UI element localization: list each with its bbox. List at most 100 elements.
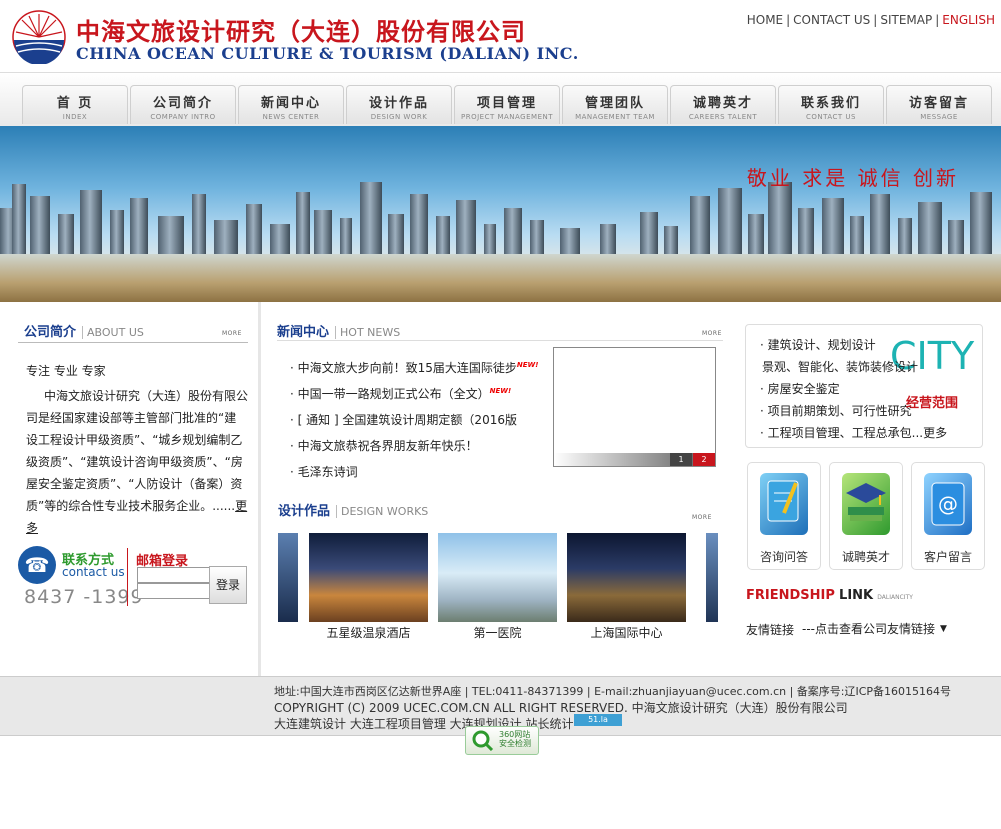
tile-label: 咨询问答: [759, 550, 808, 564]
nav-sublabel: CONTACT US: [806, 113, 856, 121]
work-label[interactable]: 上海国际中心: [567, 624, 686, 641]
work-image-hotel[interactable]: [309, 533, 428, 622]
news-item-title: · 中国一带一路规划正式公布（全文）: [290, 387, 490, 401]
news-item[interactable]: · [ 通知 ] 全国建筑设计周期定额（2016版: [290, 411, 548, 428]
tile-faq[interactable]: 咨询问答: [747, 462, 821, 570]
divider: [127, 548, 128, 606]
nav-label: 项目管理: [476, 96, 537, 111]
separator: |: [873, 13, 878, 27]
phone-icon: ☎: [18, 546, 56, 584]
news-more-link[interactable]: MORE: [702, 330, 722, 337]
nav-label: 新闻中心: [260, 96, 321, 111]
sitemap-link[interactable]: SITEMAP: [880, 13, 932, 27]
nav-label: 联系我们: [800, 96, 861, 111]
slide-2-button[interactable]: 2: [693, 453, 715, 466]
email-book-icon: @: [924, 473, 972, 535]
tile-message[interactable]: @ 客户留言: [911, 462, 985, 570]
company-name-en: CHINA OCEAN CULTURE & TOURISM (DALIAN) I…: [76, 44, 579, 63]
separator: |: [935, 13, 940, 27]
work-label[interactable]: 五星级温泉酒店: [309, 624, 428, 641]
about-text: 中海文旅设计研究（大连）股份有限公司是经国家建设部等主管部门批准的“建设工程设计…: [26, 385, 248, 539]
divider: [277, 340, 723, 341]
news-item-title: · [ 通知 ] 全国建筑设计周期定额（2016版: [290, 413, 517, 427]
work-image-international-center[interactable]: [567, 533, 686, 622]
nav-item-careers[interactable]: 诚聘英才 CAREERS TALENT: [670, 85, 776, 124]
nav-item-contact-us[interactable]: 联系我们 CONTACT US: [778, 85, 884, 124]
chevron-down-icon: ▼: [940, 624, 947, 634]
new-badge: NEW!: [516, 361, 539, 369]
about-title-cn: 公司简介: [24, 325, 77, 340]
about-title-en: ABOUT US: [82, 326, 144, 339]
hero-banner: 敬业 求是 诚信 创新: [0, 126, 1001, 302]
beach: [0, 254, 1001, 302]
graduation-cap-icon: [842, 473, 890, 535]
works-title-en: DESIGN WORKS: [336, 505, 429, 518]
business-scope-label: 经营范围: [906, 396, 959, 411]
mail-password-input[interactable]: [137, 583, 211, 599]
work-label[interactable]: 第一医院: [438, 624, 557, 641]
select-value: ---点击查看公司友情链接: [802, 622, 935, 636]
work-image-partial[interactable]: [278, 533, 298, 622]
tile-label: 客户留言: [923, 550, 972, 564]
nav-item-news-center[interactable]: 新闻中心 NEWS CENTER: [238, 85, 344, 124]
friend-links-select[interactable]: ---点击查看公司友情链接 ▼: [802, 620, 954, 636]
separator: |: [786, 13, 791, 27]
tile-careers[interactable]: 诚聘英才: [829, 462, 903, 570]
scope-item: · 房屋安全鉴定: [760, 382, 840, 396]
nav-item-design-work[interactable]: 设计作品 DESIGN WORK: [346, 85, 452, 124]
slide-1-button[interactable]: 1: [670, 453, 692, 466]
footer-address: 地址:中国大连市西岗区亿达新世界A座 | TEL:0411-84371399 |…: [274, 685, 952, 698]
contact-us-link[interactable]: CONTACT US: [793, 13, 870, 27]
nav-sublabel: DESIGN WORK: [370, 113, 428, 121]
news-title-cn: 新闻中心: [277, 325, 330, 340]
mail-username-input[interactable]: [137, 567, 211, 583]
nav-item-message[interactable]: 访客留言 MESSAGE: [886, 85, 992, 124]
nav-item-project-management[interactable]: 项目管理 PROJECT MANAGEMENT: [454, 85, 560, 124]
nav-label: 管理团队: [584, 96, 645, 111]
news-item[interactable]: · 中海文旅大步向前！致15届大连国际徒步NEW!: [290, 359, 538, 376]
nav-sublabel: MANAGEMENT TEAM: [575, 113, 655, 121]
nav-label: 公司简介: [152, 96, 213, 111]
news-item[interactable]: · 毛泽东诗词: [290, 463, 358, 480]
works-heading: 设计作品 DESIGN WORKS: [278, 500, 429, 519]
stat-badge[interactable]: 51.la: [574, 714, 622, 726]
about-more-link[interactable]: MORE: [222, 330, 242, 337]
scope-item-with-more-link[interactable]: · 工程项目管理、工程总承包...更多: [760, 424, 947, 441]
nav-item-management-team[interactable]: 管理团队 MANAGEMENT TEAM: [562, 85, 668, 124]
nav-item-company-intro[interactable]: 公司简介 COMPANY INTRO: [130, 85, 236, 124]
slideshow-bar: 1 2: [554, 453, 715, 466]
news-item-title: · 毛泽东诗词: [290, 465, 358, 479]
works-more-link[interactable]: MORE: [692, 514, 712, 521]
about-heading: 公司简介 ABOUT US: [24, 321, 144, 340]
work-image-hospital[interactable]: [438, 533, 557, 622]
main-nav: 首 页 INDEX 公司简介 COMPANY INTRO 新闻中心 NEWS CENT…: [0, 72, 1001, 127]
news-heading: 新闻中心 HOT NEWS: [277, 321, 401, 340]
friendship-link-heading: FRIENDSHIP LINK DALIANCITY: [746, 588, 913, 603]
nav-label: 设计作品: [368, 96, 429, 111]
friendship-title-b: LINK: [839, 588, 874, 603]
friend-links-label: 友情链接: [746, 623, 795, 637]
nav-sublabel: NEWS CENTER: [262, 113, 320, 121]
nav-label: 访客留言: [908, 96, 969, 111]
nav-sublabel: CAREERS TALENT: [688, 113, 758, 121]
english-link[interactable]: ENGLISH: [942, 13, 995, 27]
friendship-title-c: DALIANCITY: [877, 594, 913, 601]
tile-label: 诚聘英才: [841, 550, 890, 564]
scope-item: · 项目前期策划、可行性研究: [760, 404, 912, 418]
news-item[interactable]: · 中海文旅恭祝各界朋友新年快乐！: [290, 437, 478, 454]
work-image-partial[interactable]: [706, 533, 718, 622]
contact-title-en: contact us: [62, 565, 125, 579]
nav-item-index[interactable]: 首 页 INDEX: [22, 85, 128, 124]
friendship-title-a: FRIENDSHIP: [746, 588, 835, 603]
news-item-title: · 中海文旅恭祝各界朋友新年快乐！: [290, 439, 478, 453]
new-badge: NEW!: [489, 387, 512, 395]
login-button[interactable]: 登录: [209, 566, 247, 604]
svg-text:@: @: [938, 492, 958, 516]
news-item[interactable]: · 中国一带一路规划正式公布（全文）NEW!: [290, 385, 511, 402]
home-link[interactable]: HOME: [747, 13, 783, 27]
news-title-en: HOT NEWS: [335, 326, 401, 339]
about-paragraph: 中海文旅设计研究（大连）股份有限公司是经国家建设部等主管部门批准的“建设工程设计…: [26, 389, 249, 513]
company-logo: [12, 10, 66, 64]
nav-label: 诚聘英才: [692, 96, 753, 111]
nav-sublabel: MESSAGE: [920, 113, 958, 121]
